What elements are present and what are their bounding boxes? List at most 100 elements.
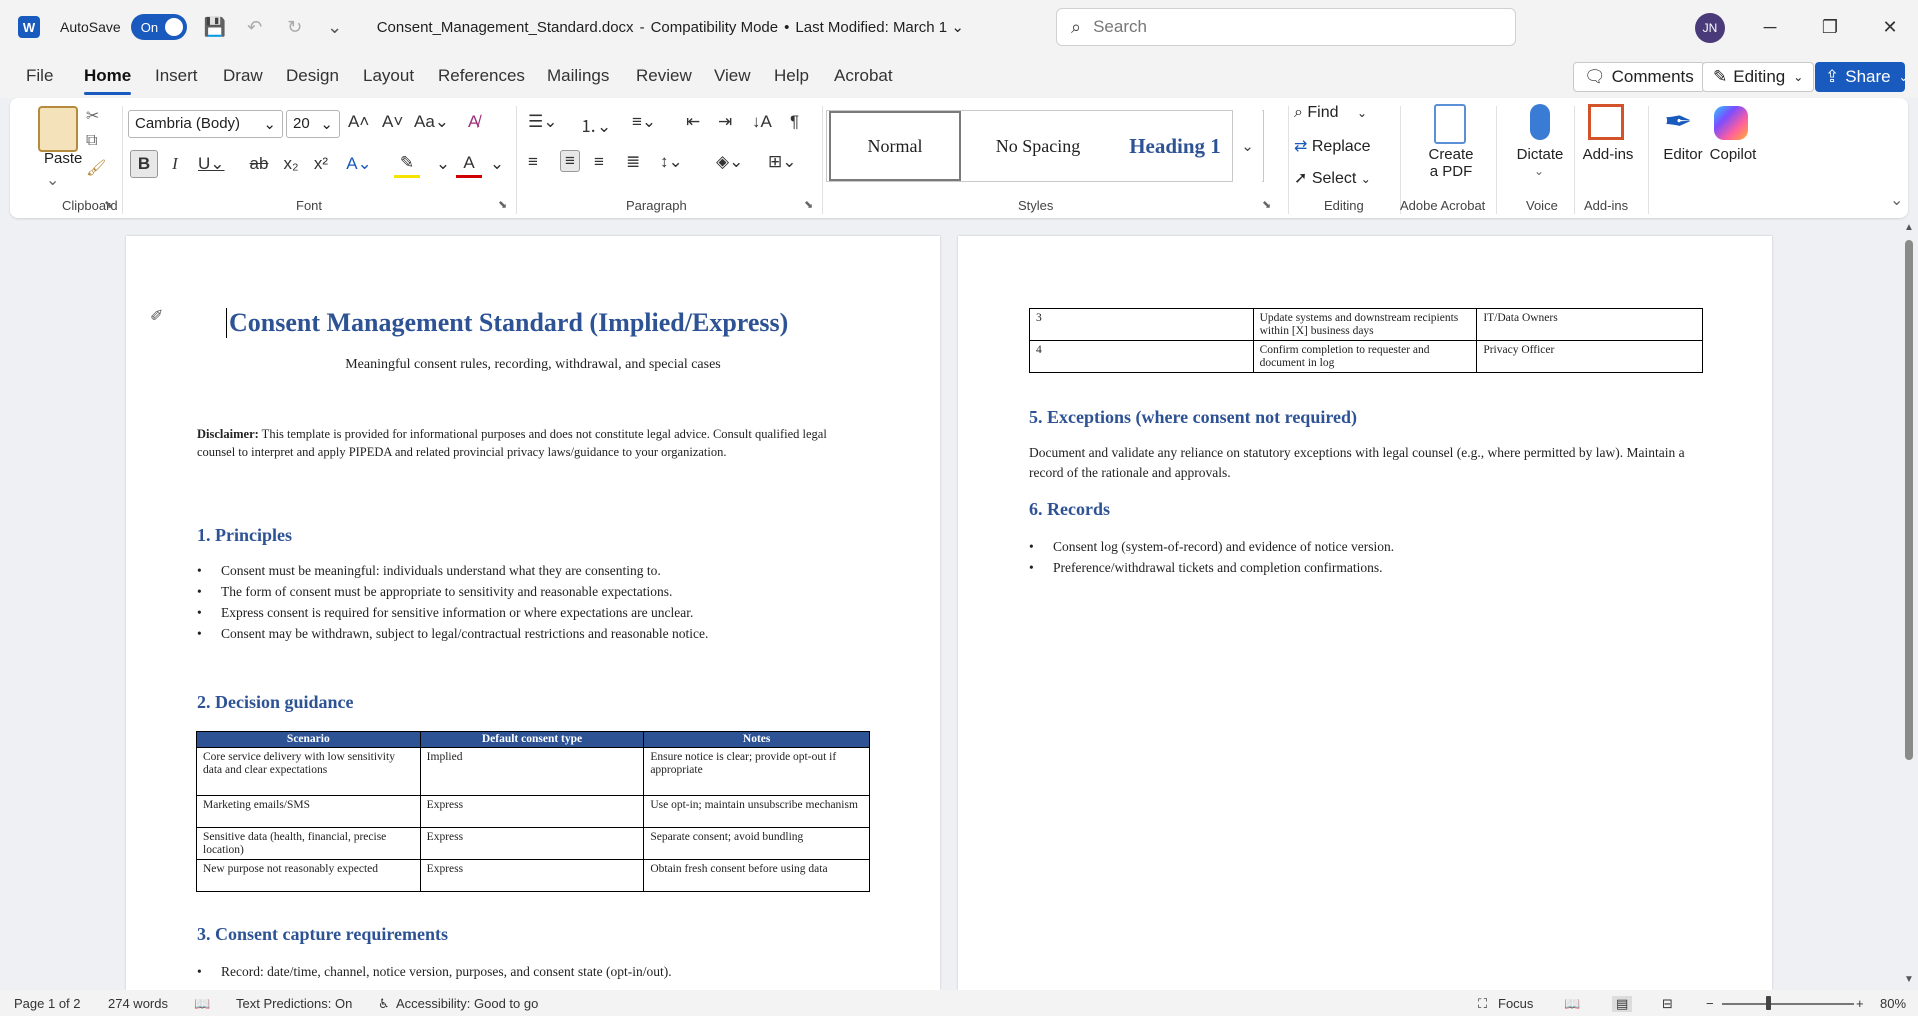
table-cell[interactable]: IT/Data Owners — [1476, 308, 1703, 341]
save-icon[interactable]: 💾 — [203, 15, 227, 39]
tab-design[interactable]: Design — [286, 66, 339, 86]
multilevel-list-icon[interactable]: ≡⌄ — [632, 112, 656, 132]
copilot-icon[interactable] — [1714, 106, 1748, 140]
chevron-down-icon[interactable]: ⌄ — [430, 150, 456, 178]
table-cell[interactable]: Core service delivery with low sensitivi… — [196, 747, 421, 796]
close-icon[interactable]: ✕ — [1870, 12, 1910, 42]
cut-icon[interactable]: ✂ — [86, 106, 99, 126]
dialog-launcher-icon[interactable]: ⬊ — [1262, 198, 1271, 211]
styles-more-button[interactable]: ⌄ — [1232, 110, 1262, 182]
chevron-down-icon[interactable]: ⌄ — [46, 170, 59, 190]
collapse-ribbon-icon[interactable]: ⌄ — [1890, 190, 1903, 210]
tab-mailings[interactable]: Mailings — [547, 66, 609, 86]
line-spacing-icon[interactable]: ↕⌄ — [660, 152, 683, 172]
restore-icon[interactable]: ❐ — [1810, 12, 1850, 42]
editor-button[interactable]: Editor — [1658, 146, 1708, 163]
list-item[interactable]: Express consent is required for sensitiv… — [197, 602, 897, 623]
section-3-heading[interactable]: 3. Consent capture requirements — [197, 924, 448, 945]
print-layout-icon[interactable]: ▤ — [1612, 996, 1633, 1012]
paste-icon[interactable] — [38, 106, 78, 152]
table-cell[interactable]: Implied — [419, 747, 645, 796]
scroll-up-icon[interactable]: ▲ — [1904, 222, 1914, 233]
font-name-select[interactable]: Cambria (Body) ⌄ — [128, 110, 283, 138]
table-cell[interactable]: 3 — [1029, 308, 1254, 341]
document-title-heading[interactable]: Consent Management Standard (Implied/Exp… — [226, 308, 788, 338]
word-count[interactable]: 274 words — [108, 996, 168, 1011]
italic-button[interactable]: I — [162, 150, 188, 178]
show-formatting-icon[interactable]: ¶ — [790, 112, 799, 132]
copilot-button[interactable]: Copilot — [1708, 146, 1758, 163]
table-cell[interactable]: Separate consent; avoid bundling — [643, 827, 870, 860]
addins-icon[interactable] — [1588, 104, 1624, 140]
section-1-heading[interactable]: 1. Principles — [197, 525, 292, 546]
bullets-icon[interactable]: ☰⌄ — [528, 112, 557, 132]
superscript-button[interactable]: x² — [308, 150, 334, 178]
zoom-out-icon[interactable]: − — [1706, 996, 1714, 1011]
list-item[interactable]: Record: date/time, channel, notice versi… — [197, 961, 897, 982]
table-cell[interactable]: Express — [419, 859, 645, 892]
undo-icon[interactable]: ↶ — [243, 15, 267, 39]
borders-icon[interactable]: ⊞⌄ — [768, 152, 797, 172]
document-title[interactable]: Consent_Management_Standard.docx - Compati… — [377, 18, 964, 36]
proofing-icon[interactable]: 📖 — [194, 996, 210, 1012]
editor-icon[interactable]: ✒ — [1664, 102, 1693, 142]
tab-view[interactable]: View — [714, 66, 751, 86]
tab-help[interactable]: Help — [774, 66, 809, 86]
list-item[interactable]: Preference/withdrawal tickets and comple… — [1029, 557, 1729, 578]
tab-references[interactable]: References — [438, 66, 525, 86]
table-cell[interactable]: Ensure notice is clear; provide opt-out … — [643, 747, 870, 796]
increase-indent-icon[interactable]: ⇥ — [718, 112, 732, 132]
list-item[interactable]: Consent log (system-of-record) and evide… — [1029, 536, 1729, 557]
avatar[interactable]: JN — [1695, 13, 1725, 43]
create-pdf-icon[interactable] — [1434, 104, 1466, 144]
tab-home[interactable]: Home — [84, 66, 132, 95]
exceptions-paragraph[interactable]: Document and validate any reliance on st… — [1029, 443, 1709, 483]
style-normal[interactable]: Normal — [829, 111, 961, 181]
focus-button[interactable]: Focus — [1498, 996, 1533, 1011]
table-cell[interactable]: Confirm completion to requester and docu… — [1252, 340, 1478, 373]
underline-button[interactable]: U⌄ — [198, 150, 225, 178]
document-subtitle[interactable]: Meaningful consent rules, recording, wit… — [126, 357, 940, 373]
zoom-level[interactable]: 80% — [1880, 996, 1906, 1011]
style-no-spacing[interactable]: No Spacing — [963, 111, 1113, 181]
paste-button[interactable]: Paste — [44, 150, 82, 167]
find-button[interactable]: ⌕ Find ⌄ — [1294, 104, 1367, 122]
bold-button[interactable]: B — [130, 150, 158, 178]
tab-review[interactable]: Review — [636, 66, 692, 86]
select-button[interactable]: ➚ Select ⌄ — [1294, 168, 1371, 188]
section-6-heading[interactable]: 6. Records — [1029, 499, 1110, 520]
format-painter-icon[interactable]: 🖌 — [86, 158, 106, 178]
document-page-2[interactable]: 3 Update systems and downstream recipien… — [958, 236, 1772, 990]
table-cell[interactable]: Obtain fresh consent before using data — [643, 859, 870, 892]
search-input[interactable]: ⌕ Search — [1056, 8, 1516, 46]
minimize-icon[interactable]: ─ — [1750, 12, 1790, 42]
tab-acrobat[interactable]: Acrobat — [834, 66, 893, 86]
align-right-icon[interactable]: ≡ — [594, 152, 604, 172]
numbering-icon[interactable]: ⒈⌄ — [580, 112, 611, 137]
text-effects-icon[interactable]: A⌄ — [346, 150, 372, 178]
style-heading-1[interactable]: Heading 1 — [1115, 111, 1235, 181]
table-cell[interactable]: Express — [419, 795, 645, 828]
list-item[interactable]: The form of consent must be appropriate … — [197, 581, 897, 602]
tab-layout[interactable]: Layout — [363, 66, 414, 86]
table-cell[interactable]: Express — [419, 827, 645, 860]
clear-formatting-icon[interactable]: A̸ — [468, 112, 479, 132]
list-item[interactable]: Consent must be meaningful: individuals … — [197, 560, 897, 581]
vertical-scrollbar[interactable]: ▲ ▼ — [1900, 222, 1918, 990]
scroll-down-icon[interactable]: ▼ — [1904, 974, 1914, 985]
table-cell[interactable]: 4 — [1029, 340, 1254, 373]
zoom-slider-thumb[interactable] — [1766, 996, 1771, 1010]
section-2-heading[interactable]: 2. Decision guidance — [197, 692, 354, 713]
web-layout-icon[interactable]: ⊟ — [1662, 996, 1673, 1012]
grow-font-icon[interactable]: A˄ — [348, 112, 369, 132]
scrollbar-thumb[interactable] — [1905, 240, 1913, 760]
customize-qat-icon[interactable]: ⌄ — [323, 15, 347, 39]
editing-mode-button[interactable]: ✎ Editing ⌄ — [1702, 62, 1815, 92]
decrease-indent-icon[interactable]: ⇤ — [686, 112, 700, 132]
microphone-icon[interactable] — [1530, 104, 1550, 140]
dialog-launcher-icon[interactable]: ⬊ — [498, 198, 507, 211]
font-color-icon[interactable]: A — [456, 150, 482, 178]
create-pdf-button[interactable]: Create a PDF — [1420, 146, 1482, 180]
disclaimer-paragraph[interactable]: Disclaimer: This template is provided fo… — [197, 425, 837, 461]
section-5-heading[interactable]: 5. Exceptions (where consent not require… — [1029, 407, 1357, 428]
